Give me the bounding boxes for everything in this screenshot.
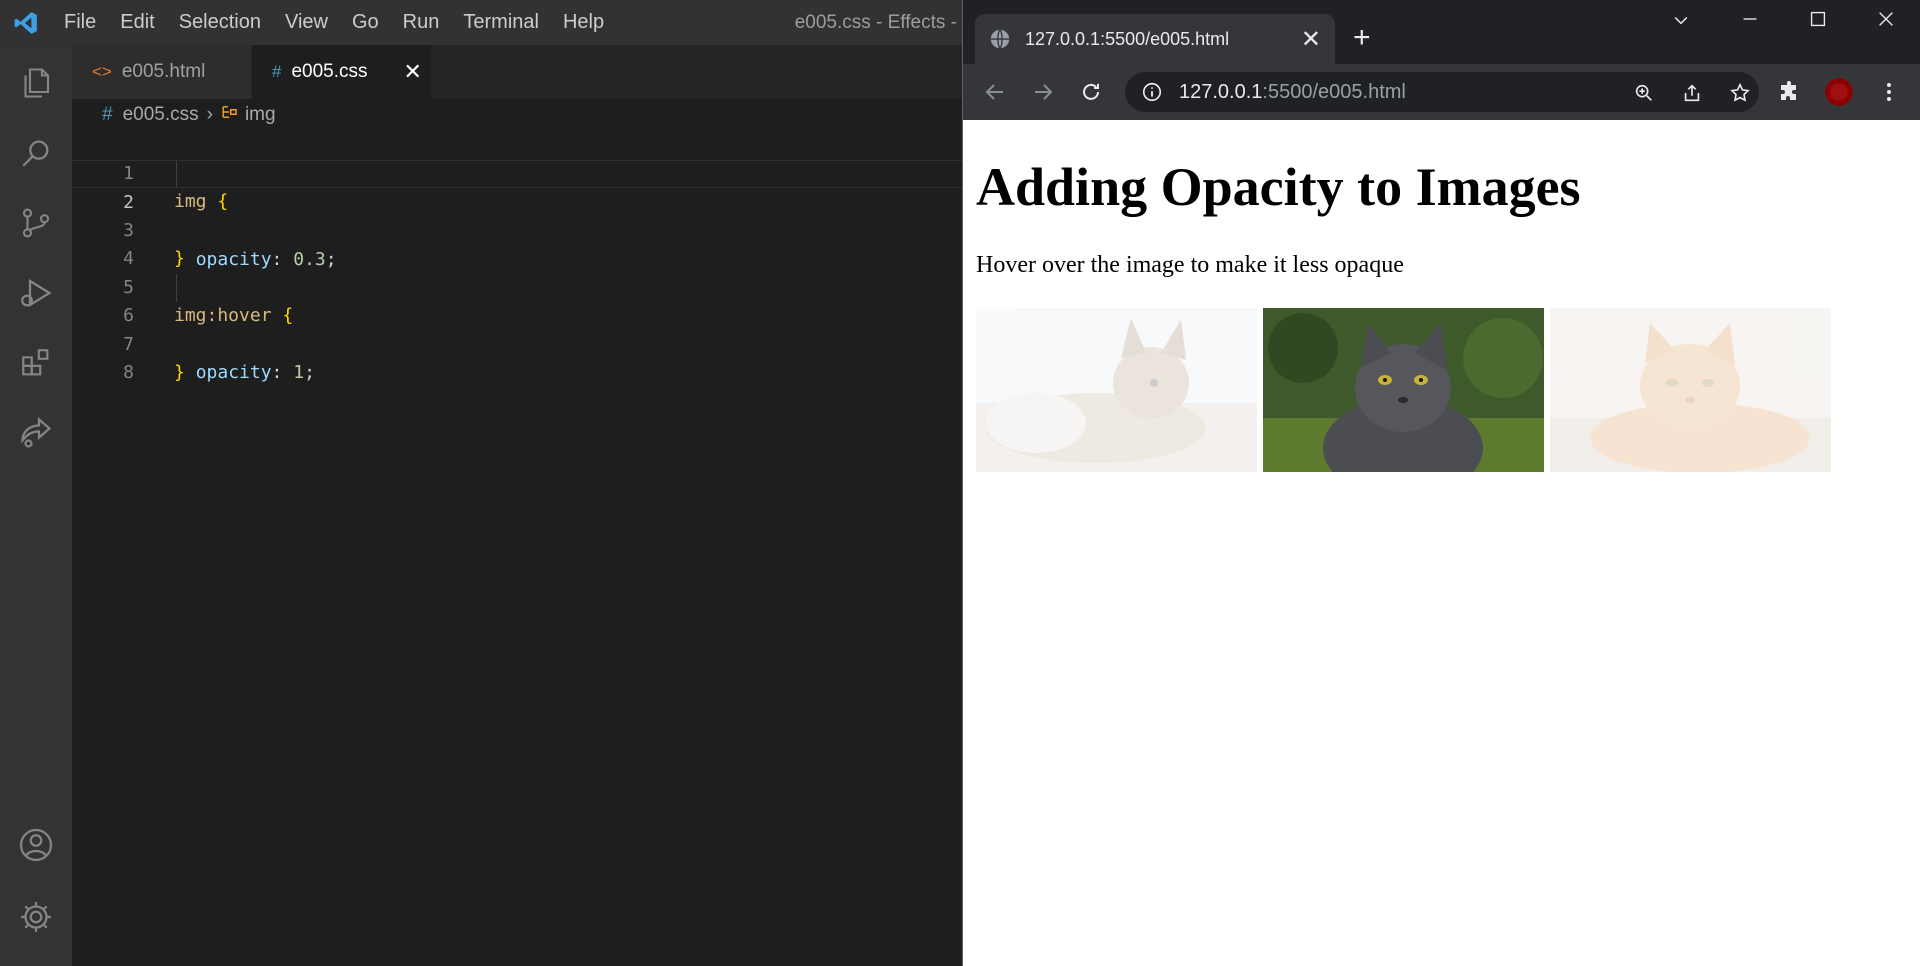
page-viewport: Adding Opacity to Images Hover over the … (963, 120, 1920, 966)
tab-e005-html[interactable]: <> e005.html (72, 45, 252, 99)
chevron-right-icon: › (206, 104, 213, 125)
new-tab-plus-icon[interactable]: + (1353, 20, 1371, 56)
symbol-icon (221, 103, 239, 127)
reload-icon[interactable] (1075, 76, 1107, 108)
browser-toolbar: 127.0.0.1:5500/e005.html (963, 64, 1920, 120)
close-window-icon[interactable] (1875, 8, 1897, 37)
menu-terminal[interactable]: Terminal (451, 0, 551, 45)
title-bar: File Edit Selection View Go Run Terminal… (0, 0, 962, 45)
address-bar[interactable]: 127.0.0.1:5500/e005.html (1125, 72, 1759, 112)
code-line: 1 img { (72, 131, 962, 213)
menu-edit[interactable]: Edit (108, 0, 166, 45)
menu-selection[interactable]: Selection (167, 0, 273, 45)
zoom-icon[interactable] (1631, 80, 1657, 106)
browser-tab-title: 127.0.0.1:5500/e005.html (1025, 28, 1230, 49)
breadcrumb: # e005.css › img (72, 99, 962, 131)
bookmark-star-icon[interactable] (1727, 80, 1753, 106)
breadcrumb-symbol[interactable]: img (245, 104, 276, 126)
share-icon[interactable] (1679, 80, 1705, 106)
menu-file[interactable]: File (52, 0, 108, 45)
code-line: 6 opacity: 1; (72, 273, 962, 383)
brace: } (174, 362, 185, 383)
code-editor[interactable]: 1 img { 2 opacity: 0.3; 3 } 4 5 img:hove… (72, 131, 962, 966)
close-tab-icon[interactable]: ✕ (404, 59, 422, 85)
settings-gear-icon[interactable] (12, 893, 60, 941)
code-line: 8 (72, 331, 962, 383)
tab-label: e005.html (121, 61, 206, 82)
page-heading: Adding Opacity to Images (976, 157, 1581, 217)
code-line: 5 img:hover { (72, 245, 962, 327)
activity-bar (0, 45, 72, 966)
breadcrumb-file[interactable]: e005.css (123, 104, 199, 126)
menu-view[interactable]: View (273, 0, 340, 45)
code-line: 7 } (72, 302, 962, 384)
site-info-icon[interactable] (1141, 81, 1163, 103)
vscode-logo-icon (0, 0, 52, 45)
menu-run[interactable]: Run (391, 0, 452, 45)
css-property: opacity (195, 362, 272, 383)
code-line: 3 } (72, 188, 962, 270)
accounts-icon[interactable] (12, 821, 60, 869)
extensions-puzzle-icon[interactable] (1773, 76, 1805, 108)
search-icon[interactable] (12, 129, 60, 177)
browser-window: 127.0.0.1:5500/e005.html ✕ + 127.0.0.1:5… (962, 0, 1920, 966)
semicolon: ; (304, 362, 315, 383)
url-host: 127.0.0.1 (1179, 80, 1263, 103)
line-number: 8 (123, 362, 134, 383)
globe-icon (990, 29, 1010, 49)
html-file-icon: <> (92, 62, 112, 81)
live-share-icon[interactable] (12, 409, 60, 457)
css-value: 1 (293, 362, 305, 383)
explorer-icon[interactable] (12, 59, 60, 107)
close-tab-icon[interactable]: ✕ (1301, 25, 1321, 54)
run-debug-icon[interactable] (12, 269, 60, 317)
vscode-window: File Edit Selection View Go Run Terminal… (0, 0, 962, 966)
profile-avatar[interactable] (1823, 76, 1855, 108)
browser-tab-strip: 127.0.0.1:5500/e005.html ✕ + (963, 0, 1920, 64)
tab-label: e005.css (291, 61, 368, 82)
url-path: :5500/e005.html (1262, 80, 1406, 103)
source-control-icon[interactable] (12, 199, 60, 247)
menu-help[interactable]: Help (551, 0, 616, 45)
indent-guide (176, 160, 177, 187)
code-line: 4 (72, 217, 962, 269)
indent-guide (176, 273, 177, 302)
css-file-icon: # (272, 62, 282, 81)
more-menu-icon[interactable] (1873, 76, 1905, 108)
page-paragraph: Hover over the image to make it less opa… (976, 252, 1404, 278)
cat-image-2[interactable] (1263, 308, 1544, 472)
minimize-icon[interactable] (1739, 8, 1761, 37)
tab-e005-css[interactable]: # e005.css ✕ (252, 45, 432, 99)
editor-tab-bar: <> e005.html # e005.css ✕ (72, 45, 962, 99)
cat-image-3[interactable] (1550, 308, 1831, 472)
extensions-icon[interactable] (12, 339, 60, 387)
forward-arrow-icon[interactable] (1027, 76, 1059, 108)
maximize-icon[interactable] (1807, 8, 1829, 37)
back-arrow-icon[interactable] (979, 76, 1011, 108)
browser-tab[interactable]: 127.0.0.1:5500/e005.html ✕ (975, 14, 1335, 64)
code-line-current: 2 opacity: 0.3; (72, 159, 962, 270)
window-title: e005.css - Effects - (794, 12, 957, 33)
css-file-icon: # (102, 104, 113, 125)
tab-search-chevron-icon[interactable] (1671, 10, 1691, 36)
menu-bar: File Edit Selection View Go Run Terminal… (52, 0, 616, 45)
menu-go[interactable]: Go (340, 0, 391, 45)
cat-image-1[interactable] (976, 308, 1257, 472)
